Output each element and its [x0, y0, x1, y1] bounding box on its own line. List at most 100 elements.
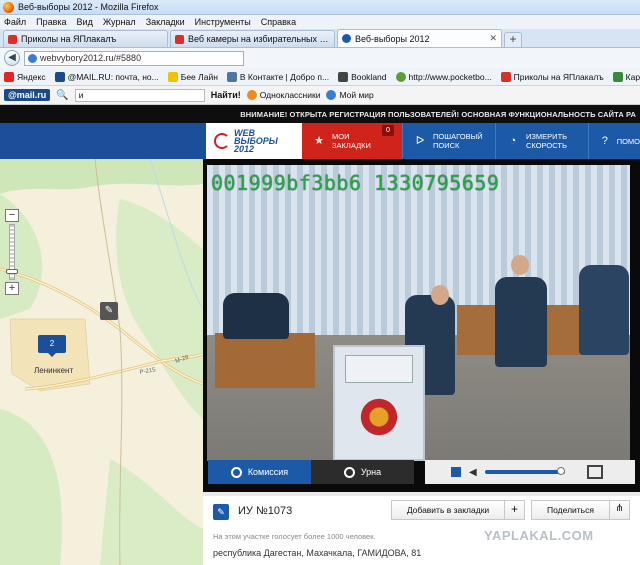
polling-station-marker[interactable]: 2 [38, 335, 66, 357]
volume-slider-knob[interactable] [556, 467, 565, 475]
window-titlebar: Веб-выборы 2012 - Mozilla Firefox [0, 0, 640, 15]
map-panel[interactable]: М-29 Р-215 − + ✎ 2 Ленинкент [0, 159, 203, 565]
plus-icon: + [504, 500, 524, 520]
logo-swirl-icon [214, 133, 230, 149]
step-search-button[interactable]: ᐅ ПОШАГОВЫЙ ПОИСК [402, 123, 495, 159]
video-overlay-id: 001999bf3bb6 1330795659 [211, 171, 500, 195]
navigation-bar: ◀ [0, 48, 640, 68]
add-bookmark-button[interactable]: Добавить в закладки + [391, 500, 525, 520]
help-button[interactable]: ? ПОМО [588, 123, 640, 159]
back-button[interactable]: ◀ [4, 50, 20, 66]
tab-bar: Приколы на ЯПлакалъ Веб камеры на избира… [0, 29, 640, 48]
person-officer-2 [495, 277, 547, 367]
video-player[interactable]: 001999bf3bb6 1330795659 Комиссия Урна ◀ [203, 159, 640, 492]
beeline-icon [167, 71, 178, 82]
ballot-box-slot [345, 355, 413, 383]
url-input[interactable] [40, 53, 230, 63]
menu-help[interactable]: Справка [261, 17, 296, 27]
url-bar[interactable] [24, 50, 244, 66]
camera-switcher: Комиссия Урна [208, 460, 414, 484]
yaplakal-icon [500, 71, 511, 82]
ballot-box [333, 345, 425, 461]
bookmark-pocketbook[interactable]: http://www.pocketbo... [395, 71, 492, 82]
pencil-marker-icon[interactable]: ✎ [100, 302, 118, 320]
playback-controls: ◀ [425, 460, 635, 484]
find-button[interactable]: Найти! [211, 90, 241, 100]
yaplakal-icon [8, 34, 17, 44]
bookmark-vk[interactable]: В Контакте | Добро п... [226, 71, 329, 82]
watermark: YAPLAKAL.COM [484, 528, 594, 543]
tab-webcams[interactable]: Веб камеры на избирательных учас... [170, 30, 335, 47]
close-tab-icon[interactable]: ✕ [489, 33, 497, 44]
moy-mir-icon [326, 90, 337, 100]
station-icon: ✎ [213, 504, 229, 520]
person-head [431, 285, 449, 305]
site-identity-icon[interactable] [28, 53, 37, 63]
yaplakal-icon [175, 34, 184, 44]
mailru-search-input[interactable]: и [74, 88, 205, 102]
bookmark-yandex[interactable]: Яндекс [4, 71, 46, 82]
webcam-icon [343, 466, 355, 478]
tab-webvybory[interactable]: Веб-выборы 2012 ✕ [337, 29, 502, 47]
camera-feed: 001999bf3bb6 1330795659 [207, 165, 630, 461]
site-logo[interactable]: WEB ВЫБОРЫ 2012 [206, 123, 302, 159]
speedometer-icon: ◔ [509, 134, 517, 147]
share-button[interactable]: Поделиться ⋔ [531, 500, 630, 520]
stop-button[interactable] [451, 467, 461, 477]
globe-icon [395, 71, 406, 82]
tab-yaplakal[interactable]: Приколы на ЯПлакалъ [3, 30, 168, 47]
menu-file[interactable]: Файл [4, 17, 26, 27]
menu-bookmarks[interactable]: Закладки [146, 17, 185, 27]
bookland-icon [338, 71, 349, 82]
search-icon[interactable]: 🔍 [56, 90, 68, 101]
menu-edit[interactable]: Правка [36, 17, 66, 27]
person-head [511, 255, 529, 275]
table-left [215, 333, 315, 388]
moy-mir-button[interactable]: Мой мир [326, 90, 374, 100]
place-label: Ленинкент [34, 366, 74, 375]
bookmark-yaplakal[interactable]: Приколы на ЯПлакалъ [500, 71, 604, 82]
station-note: На этом участке голосует более 1000 чело… [213, 532, 376, 541]
bookmarks-count-badge: 0 [382, 125, 394, 136]
measure-speed-button[interactable]: ◔ ИЗМЕРИТЬ СКОРОСТЬ [495, 123, 588, 159]
person-officer-3 [579, 265, 629, 355]
yandex-icon [4, 71, 14, 82]
bookmark-google-maps[interactable]: Карты Google [612, 71, 640, 82]
fullscreen-button[interactable] [586, 465, 603, 479]
bookmark-mailru[interactable]: @MAIL.RU: почта, но... [54, 71, 159, 82]
tab-label: Веб-выборы 2012 [355, 33, 430, 44]
menu-tools[interactable]: Инструменты [195, 17, 251, 27]
map-canvas[interactable]: М-29 Р-215 [0, 159, 203, 565]
menu-history[interactable]: Журнал [103, 17, 136, 27]
mailru-logo[interactable]: @mail.ru [4, 89, 51, 101]
volume-slider[interactable] [484, 467, 565, 475]
share-icon: ⋔ [609, 500, 629, 520]
divider [203, 492, 640, 496]
webcam-icon [230, 466, 242, 478]
registration-notice[interactable]: ВНИМАНИЕ! ОТКРЫТА РЕГИСТРАЦИЯ ПОЛЬЗОВАТЕ… [0, 105, 640, 123]
station-number: ИУ №1073 [238, 505, 293, 517]
zoom-in-button[interactable]: + [5, 282, 19, 295]
mailru-icon [54, 71, 65, 82]
step-search-icon: ᐅ [415, 134, 425, 147]
map-zoom-control: − + [5, 209, 19, 295]
menu-view[interactable]: Вид [77, 17, 93, 27]
odnoklassniki-button[interactable]: Одноклассники [246, 90, 320, 100]
new-tab-button[interactable]: + [504, 32, 522, 47]
bookmark-bookland[interactable]: Bookland [338, 71, 387, 82]
zoom-slider[interactable] [6, 224, 18, 280]
bookmark-beeline[interactable]: Бее Лайн [167, 71, 218, 82]
zoom-slider-handle[interactable] [6, 269, 18, 274]
volume-icon[interactable]: ◀ [469, 467, 477, 478]
mailru-toolbar: @mail.ru 🔍 и Найти! Одноклассники Мой ми… [0, 86, 640, 105]
webvybory-icon [342, 34, 351, 43]
zoom-out-button[interactable]: − [5, 209, 19, 222]
site-header: WEB ВЫБОРЫ 2012 ★ МОИ ЗАКЛАДКИ 0 ᐅ ПОШАГО… [0, 123, 640, 159]
tab-label: Веб камеры на избирательных учас... [188, 34, 330, 44]
camera-urn-button[interactable]: Урна [311, 460, 414, 484]
bookmarks-bar: Яндекс @MAIL.RU: почта, но... Бее Лайн В… [0, 68, 640, 86]
window-title: Веб-выборы 2012 - Mozilla Firefox [18, 2, 159, 12]
camera-commission-button[interactable]: Комиссия [208, 460, 311, 484]
person-sleeping [223, 293, 289, 339]
menu-bar: Файл Правка Вид Журнал Закладки Инструме… [0, 15, 640, 29]
